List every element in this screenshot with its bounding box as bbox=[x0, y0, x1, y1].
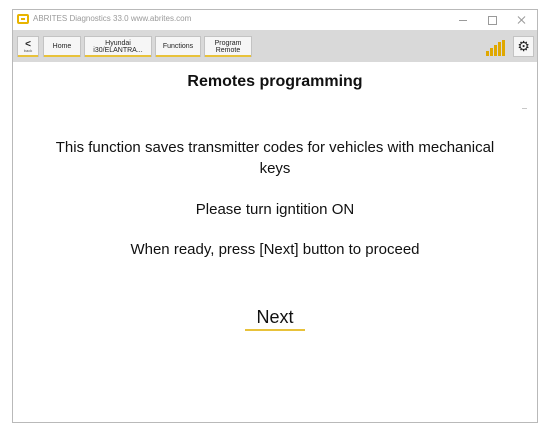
breadcrumb-functions-label: Functions bbox=[162, 43, 194, 50]
window-title: ABRITES Diagnostics 33.0 www.abrites.com bbox=[33, 14, 192, 23]
breadcrumb-home-button[interactable]: Home bbox=[43, 36, 81, 57]
signal-bar bbox=[486, 51, 489, 56]
abrites-logo-icon bbox=[17, 14, 29, 24]
page-title: Remotes programming bbox=[187, 73, 363, 90]
signal-bar bbox=[490, 48, 493, 56]
next-button-underline bbox=[245, 329, 305, 331]
signal-bars-icon bbox=[486, 40, 508, 56]
instruction-text-description: This function saves transmitter codes fo… bbox=[55, 139, 495, 177]
breadcrumb-vehicle-model: i30/ELANTRA... bbox=[93, 46, 143, 54]
breadcrumb-program-remote-button[interactable]: Program Remote bbox=[204, 36, 252, 57]
instruction-text-ignition: Please turn igntition ON bbox=[195, 201, 355, 218]
next-button-label: Next bbox=[256, 307, 294, 327]
signal-bar bbox=[498, 42, 501, 56]
signal-bar bbox=[502, 40, 505, 56]
title-bar: ABRITES Diagnostics 33.0 www.abrites.com bbox=[13, 10, 537, 30]
breadcrumb-vehicle-make: Hyundai bbox=[105, 39, 131, 47]
breadcrumb-home-label: Home bbox=[52, 43, 72, 50]
main-content: Remotes programming This function saves … bbox=[13, 62, 537, 422]
maximize-button[interactable] bbox=[481, 12, 503, 28]
next-button[interactable]: Next bbox=[243, 304, 307, 331]
toolbar: < back Home Hyundai i30/ELANTRA... Funct… bbox=[13, 30, 537, 62]
back-button[interactable]: < back bbox=[17, 36, 39, 57]
breadcrumb-program-line2: Remote bbox=[215, 46, 241, 54]
signal-bar bbox=[494, 45, 497, 56]
app-window: ABRITES Diagnostics 33.0 www.abrites.com… bbox=[12, 9, 538, 423]
settings-button[interactable]: ⚙ bbox=[513, 36, 534, 57]
back-label: back bbox=[23, 48, 33, 53]
minimize-button[interactable] bbox=[452, 12, 474, 28]
gear-icon: ⚙ bbox=[517, 38, 530, 54]
scrollbar-marker bbox=[522, 108, 527, 109]
instruction-text-proceed: When ready, press [Next] button to proce… bbox=[130, 241, 420, 258]
breadcrumb-functions-button[interactable]: Functions bbox=[155, 36, 201, 57]
breadcrumb-program-line1: Program bbox=[214, 39, 242, 47]
breadcrumb-vehicle-button[interactable]: Hyundai i30/ELANTRA... bbox=[84, 36, 152, 57]
close-button[interactable] bbox=[511, 12, 533, 28]
